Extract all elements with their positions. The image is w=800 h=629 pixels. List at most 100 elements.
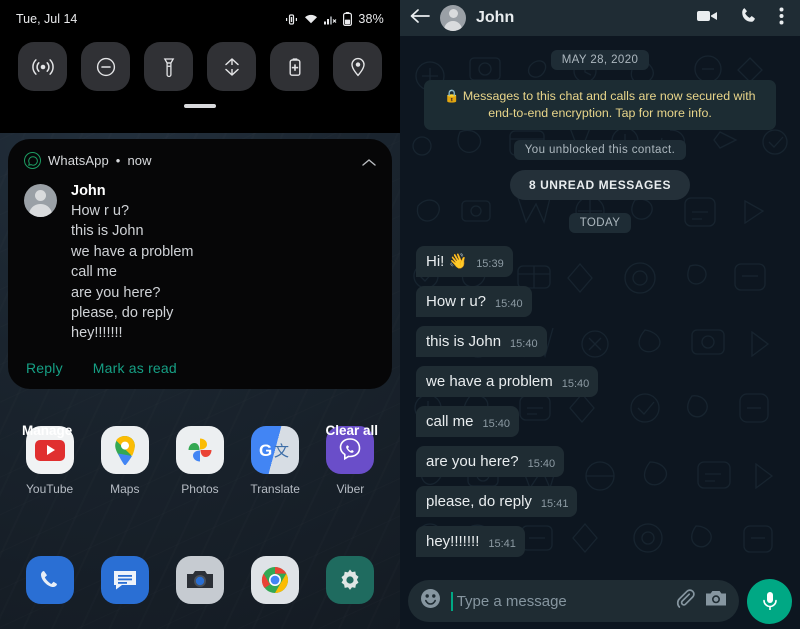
message-text: Hi! 👋 (426, 253, 468, 270)
wifi-icon (305, 14, 318, 24)
chevron-up-icon[interactable] (362, 154, 376, 172)
notification-time: now (127, 153, 152, 168)
dock-item-messages[interactable]: Messages (94, 556, 156, 604)
back-button[interactable] (410, 8, 430, 29)
manage-button[interactable]: Manage (22, 423, 72, 438)
message-bubble[interactable]: this is John 15:40 (416, 326, 547, 357)
signal-no-service-icon (324, 16, 337, 25)
date-divider: MAY 28, 2020 (410, 50, 790, 70)
message-text: hey!!!!!!! (426, 533, 480, 550)
mark-as-read-button[interactable]: Mark as read (93, 360, 177, 376)
chat-content: MAY 28, 2020 🔒 Messages to this chat and … (400, 36, 800, 557)
camera-icon[interactable] (705, 589, 727, 613)
chrome-icon (251, 556, 300, 604)
message-time: 15:40 (527, 458, 556, 470)
whatsapp-notification-card[interactable]: WhatsApp • now John How r u? this is Joh… (8, 139, 392, 389)
message-row[interactable]: are you here? 15:40 (410, 446, 790, 477)
message-time: 15:41 (488, 538, 516, 550)
today-divider-label: TODAY (568, 213, 632, 233)
battery-percent-label: 38% (358, 12, 384, 26)
encryption-notice[interactable]: 🔒 Messages to this chat and calls are now… (424, 80, 776, 130)
camera-icon (175, 556, 224, 604)
video-call-icon[interactable] (697, 9, 718, 28)
emoji-icon[interactable] (420, 588, 441, 614)
app-label: Maps (110, 482, 140, 496)
overflow-menu-icon[interactable] (779, 7, 784, 30)
whatsapp-chat-screen: John MAY 28, 2020 🔒 Messages to this cha… (400, 0, 800, 629)
messages-icon (100, 556, 149, 604)
message-bubble[interactable]: call me 15:40 (416, 406, 520, 437)
do-not-disturb-tile[interactable] (81, 42, 130, 91)
message-bubble[interactable]: hey!!!!!!! 15:41 (416, 526, 525, 557)
message-row[interactable]: this is John 15:40 (410, 326, 790, 357)
hotspot-tile[interactable] (18, 42, 67, 91)
today-divider: TODAY (410, 213, 790, 233)
chat-header: John (400, 0, 800, 36)
message-row[interactable]: How r u? 15:40 (410, 286, 790, 317)
message-text: this is John (426, 333, 502, 350)
unread-divider-label: 8 UNREAD MESSAGES (509, 170, 691, 200)
reply-button[interactable]: Reply (26, 360, 63, 376)
svg-text:G: G (259, 441, 272, 460)
battery-icon (343, 12, 353, 26)
status-bar: Tue, Jul 14 38% (0, 0, 400, 38)
app-label: Viber (336, 482, 365, 496)
message-bubble[interactable]: How r u? 15:40 (416, 286, 532, 317)
quick-settings-shade: Tue, Jul 14 38% (0, 0, 400, 133)
chat-header-actions (697, 7, 790, 30)
app-label: Translate (250, 482, 300, 496)
message-row[interactable]: please, do reply 15:41 (410, 486, 790, 517)
hotspot-icon (31, 58, 54, 75)
notification-actions: Reply Mark as read (26, 360, 376, 376)
message-time: 15:40 (482, 418, 511, 430)
notification-body: John How r u? this is John we have a pro… (24, 182, 376, 344)
message-text: we have a problem (426, 373, 553, 390)
avatar[interactable] (440, 5, 466, 31)
text-cursor (451, 591, 453, 611)
dock-item-settings[interactable]: Settings (319, 556, 381, 604)
attachment-clip-icon[interactable] (675, 588, 695, 614)
dock-item-camera[interactable]: Camera (169, 556, 231, 604)
message-row[interactable]: Hi! 👋 15:39 (410, 246, 790, 277)
message-text: are you here? (426, 453, 519, 470)
dock-item-chrome[interactable]: Chrome (244, 556, 306, 604)
auto-rotate-icon (224, 57, 239, 76)
shade-drag-handle[interactable] (184, 104, 216, 108)
chat-message-list[interactable]: MAY 28, 2020 🔒 Messages to this chat and … (400, 36, 800, 573)
notification-line: we have a problem (71, 243, 194, 260)
contact-name[interactable]: John (476, 9, 687, 27)
app-label: Photos (181, 482, 219, 496)
do-not-disturb-icon (96, 57, 115, 76)
message-row[interactable]: call me 15:40 (410, 406, 790, 437)
avatar (24, 184, 57, 217)
clear-all-button[interactable]: Clear all (325, 423, 378, 438)
message-bubble[interactable]: are you here? 15:40 (416, 446, 565, 477)
message-bubble[interactable]: please, do reply 15:41 (416, 486, 578, 517)
quick-settings-tiles (0, 42, 400, 91)
svg-text:文: 文 (274, 443, 289, 460)
flashlight-tile[interactable] (144, 42, 193, 91)
message-input[interactable]: Type a message (457, 593, 665, 610)
android-notification-shade-screen: YouTube Maps Photos G 文 Translate Viber … (0, 0, 400, 629)
message-row[interactable]: we have a problem 15:40 (410, 366, 790, 397)
message-row[interactable]: hey!!!!!!! 15:41 (410, 526, 790, 557)
location-tile[interactable] (333, 42, 382, 91)
auto-rotate-tile[interactable] (207, 42, 256, 91)
status-bar-date: Tue, Jul 14 (16, 12, 78, 26)
system-message: You unblocked this contact. (410, 140, 790, 160)
message-time: 15:41 (540, 498, 569, 510)
message-text: How r u? (426, 293, 487, 310)
notification-line: hey!!!!!!! (71, 325, 123, 342)
message-composer: Type a message (400, 573, 800, 629)
message-input-container[interactable]: Type a message (408, 580, 739, 622)
microphone-button[interactable] (747, 578, 792, 624)
message-bubble[interactable]: we have a problem 15:40 (416, 366, 599, 397)
dock-item-phone[interactable]: Phone (19, 556, 81, 604)
battery-saver-tile[interactable] (270, 42, 319, 91)
notification-separator: • (115, 153, 121, 168)
voice-call-icon[interactable] (740, 7, 757, 29)
notification-messages: John How r u? this is John we have a pro… (71, 182, 194, 344)
location-pin-icon (350, 57, 365, 76)
message-bubble[interactable]: Hi! 👋 15:39 (416, 246, 513, 277)
date-divider-label: MAY 28, 2020 (550, 50, 650, 70)
